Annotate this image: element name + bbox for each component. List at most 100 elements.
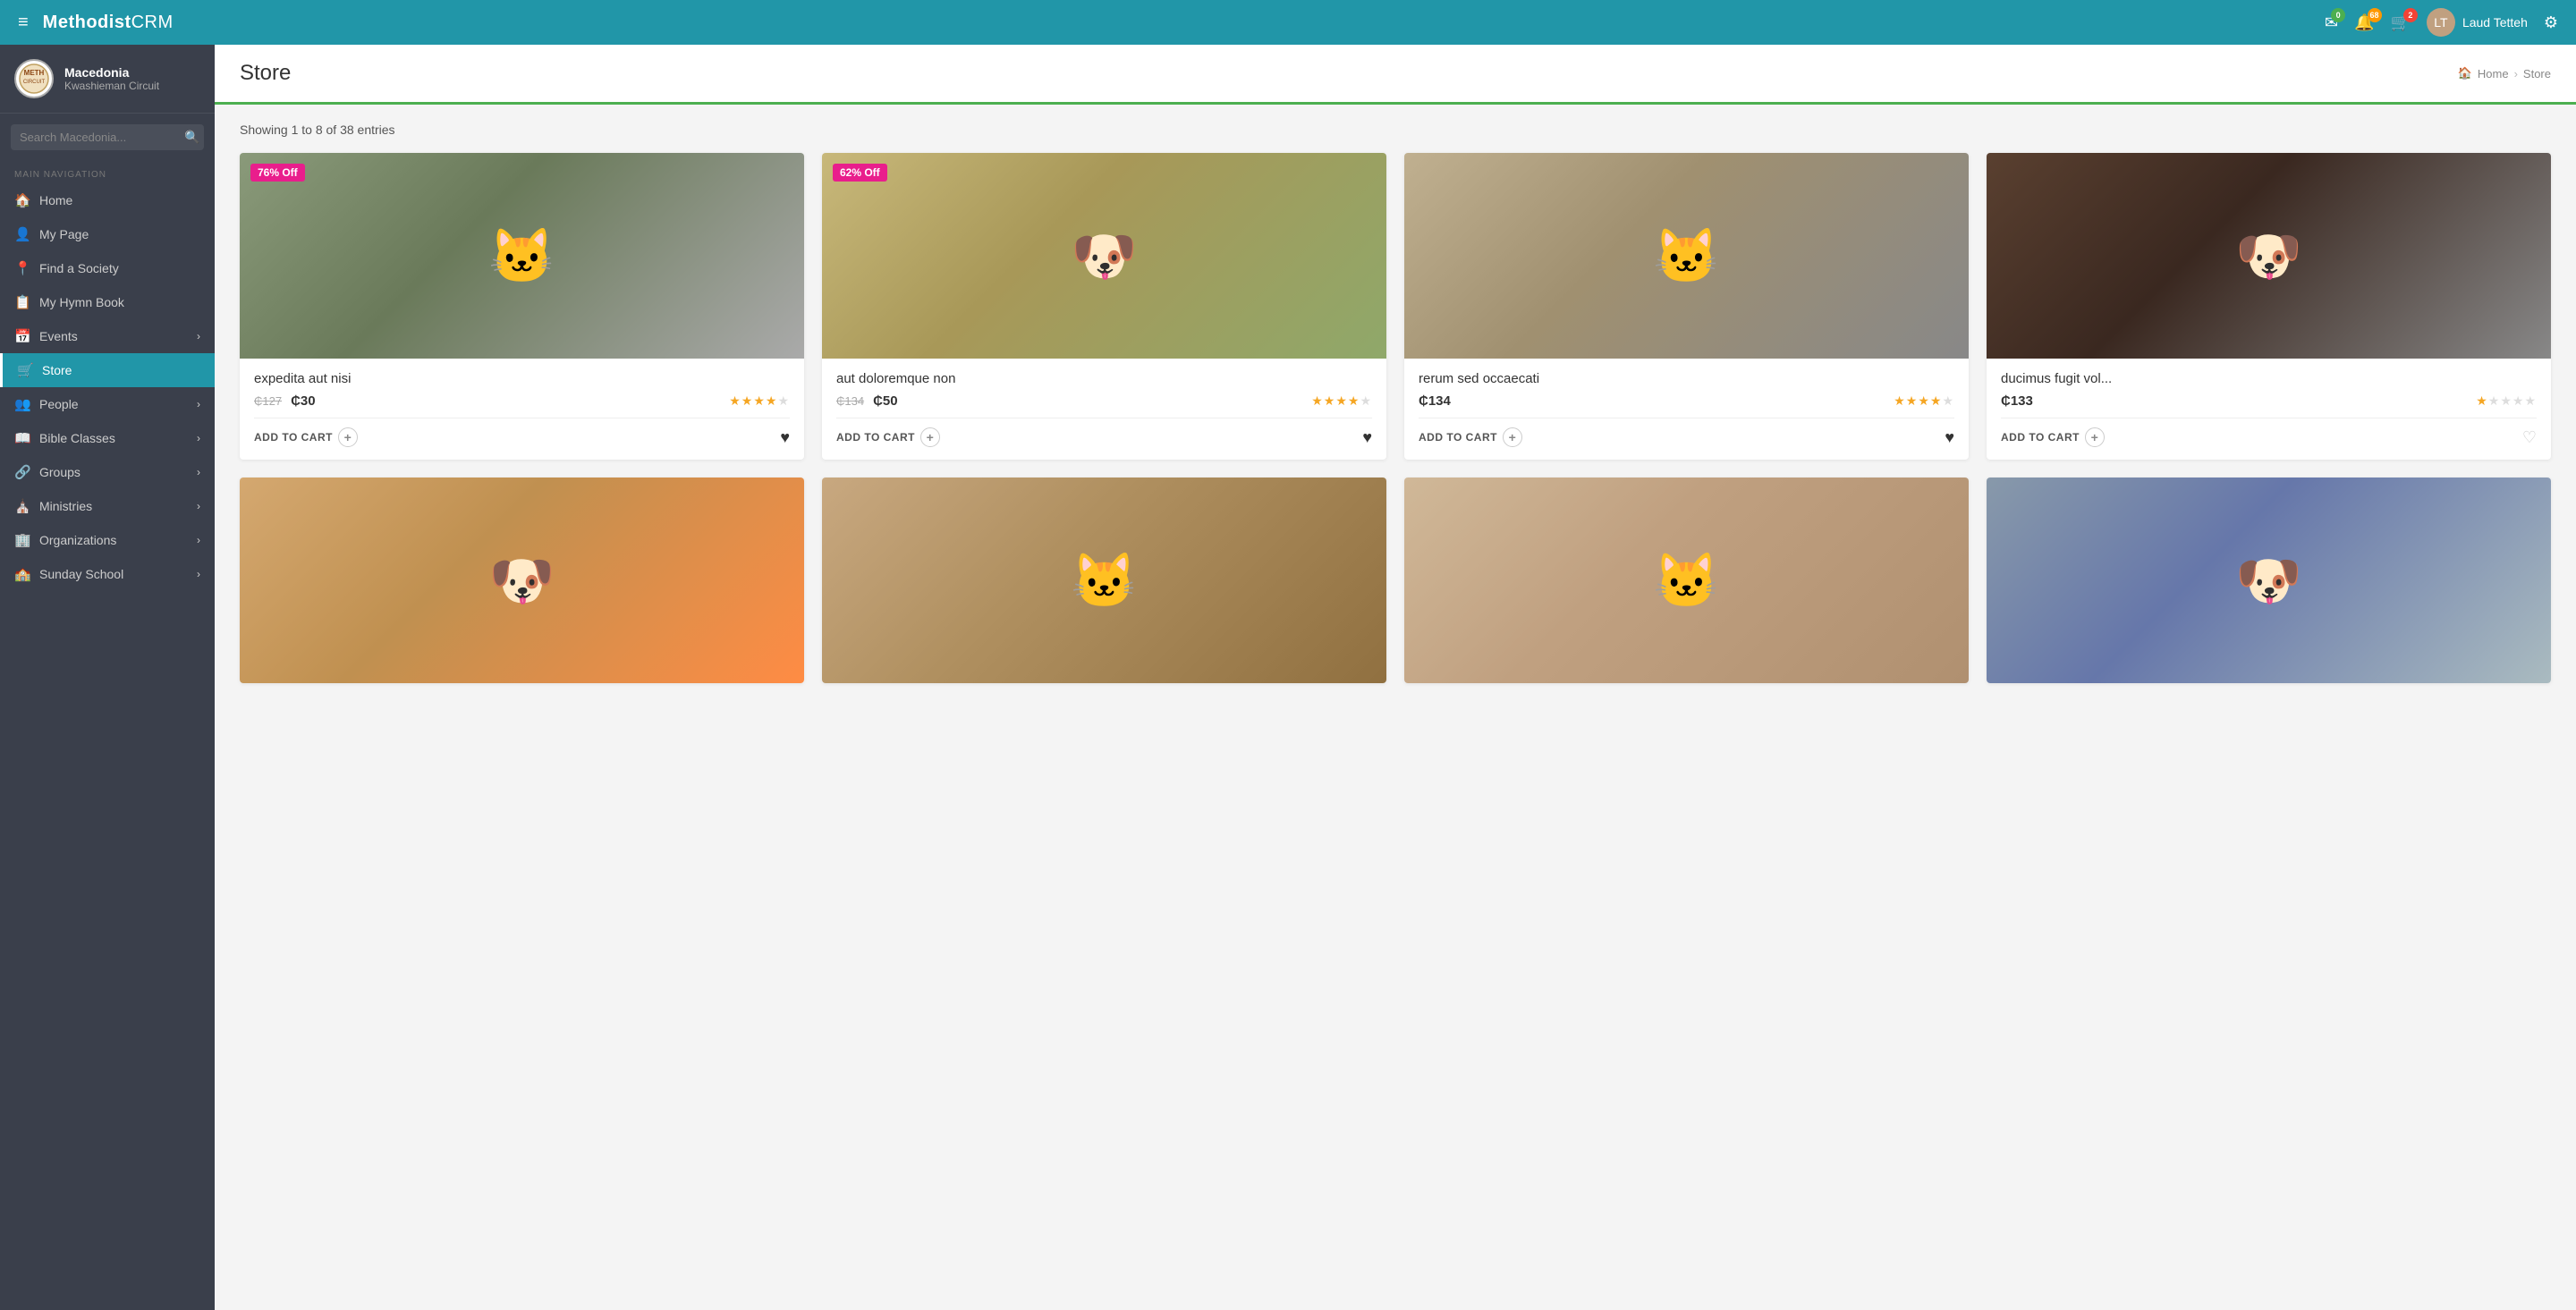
search-input[interactable] — [20, 131, 177, 144]
sidebar-item-hymn-book[interactable]: 📋 My Hymn Book — [0, 285, 215, 319]
showing-text: Showing 1 to 8 of 38 entries — [240, 123, 2551, 137]
product-card-8: 🐶 — [1987, 478, 2551, 683]
ministries-icon: ⛪ — [14, 498, 30, 514]
add-to-cart-2[interactable]: ADD TO CART + — [836, 427, 940, 447]
favorite-icon-4[interactable]: ♡ — [2522, 428, 2537, 447]
org-logo: METH CIRCUIT — [14, 59, 54, 98]
sidebar-search[interactable]: 🔍 — [11, 124, 204, 150]
bell-icon-button[interactable]: 🔔 68 — [2354, 13, 2374, 32]
old-price-1: ₵127 — [254, 394, 282, 408]
hamburger-button[interactable]: ≡ — [18, 13, 29, 33]
chevron-right-icon: › — [197, 466, 200, 478]
add-icon-1[interactable]: + — [338, 427, 358, 447]
sidebar-item-label: People — [39, 397, 79, 411]
product-price-row-3: ₵134 ★★★★★ — [1419, 393, 1954, 409]
product-image-5: 🐶 — [240, 478, 804, 683]
page-header: Store 🏠 Home › Store — [215, 45, 2576, 105]
product-actions-2: ADD TO CART + ♥ — [836, 427, 1372, 447]
product-image-7: 🐱 — [1404, 478, 1969, 683]
add-icon-2[interactable]: + — [920, 427, 940, 447]
add-icon-3[interactable]: + — [1503, 427, 1522, 447]
cart-icon-button[interactable]: 🛒 2 — [2391, 13, 2411, 32]
nav-section-label: MAIN NAVIGATION — [0, 161, 215, 183]
product-name-4: ducimus fugit vol... — [2001, 371, 2537, 386]
add-to-cart-label-1: ADD TO CART — [254, 431, 333, 444]
product-card-5: 🐶 — [240, 478, 804, 683]
add-icon-4[interactable]: + — [2085, 427, 2105, 447]
product-name-1: expedita aut nisi — [254, 371, 790, 386]
add-to-cart-1[interactable]: ADD TO CART + — [254, 427, 358, 447]
product-info-3: rerum sed occaecati ₵134 ★★★★★ ADD TO CA… — [1404, 359, 1969, 460]
product-info-4: ducimus fugit vol... ₵133 ★★★★★ ADD TO C… — [1987, 359, 2551, 460]
sidebar-profile: METH CIRCUIT Macedonia Kwashieman Circui… — [0, 45, 215, 114]
animal-image-6: 🐱 — [822, 478, 1386, 683]
email-icon-button[interactable]: ✉ 0 — [2325, 13, 2338, 32]
animal-image-5: 🐶 — [240, 478, 804, 683]
sidebar-item-ministries[interactable]: ⛪ Ministries › — [0, 489, 215, 523]
breadcrumb-home[interactable]: Home — [2478, 67, 2509, 80]
add-to-cart-label-4: ADD TO CART — [2001, 431, 2080, 444]
svg-text:METH: METH — [24, 69, 45, 77]
store-content: Showing 1 to 8 of 38 entries 🐱 76% Off e… — [215, 105, 2576, 701]
product-price-row-2: ₵134 ₵50 ★★★★★ — [836, 393, 1372, 409]
email-badge: 0 — [2331, 8, 2345, 22]
add-to-cart-4[interactable]: ADD TO CART + — [2001, 427, 2105, 447]
settings-icon-button[interactable]: ⚙ — [2544, 13, 2558, 32]
bible-icon: 📖 — [14, 430, 30, 446]
favorite-icon-1[interactable]: ♥ — [780, 428, 790, 447]
sidebar-item-events[interactable]: 📅 Events › — [0, 319, 215, 353]
sidebar-item-label: My Page — [39, 227, 89, 241]
product-actions-4: ADD TO CART + ♡ — [2001, 427, 2537, 447]
product-image-1: 🐱 76% Off — [240, 153, 804, 359]
discount-badge-1: 76% Off — [250, 164, 305, 182]
favorite-icon-3[interactable]: ♥ — [1945, 428, 1954, 447]
layout: METH CIRCUIT Macedonia Kwashieman Circui… — [0, 45, 2576, 1310]
sidebar-item-label: Organizations — [39, 533, 116, 547]
chevron-right-icon: › — [197, 330, 200, 342]
animal-image-3: 🐱 — [1404, 153, 1969, 359]
sidebar-item-groups[interactable]: 🔗 Groups › — [0, 455, 215, 489]
user-name-label: Laud Tetteh — [2462, 15, 2528, 30]
product-price-row-1: ₵127 ₵30 ★★★★★ — [254, 393, 790, 409]
add-to-cart-label-2: ADD TO CART — [836, 431, 915, 444]
sidebar-item-label: Events — [39, 329, 78, 343]
animal-image-7: 🐱 — [1404, 478, 1969, 683]
stars-2: ★★★★★ — [1311, 393, 1372, 409]
topnav-right: ✉ 0 🔔 68 🛒 2 LT Laud Tetteh ⚙ — [2325, 8, 2558, 37]
favorite-icon-2[interactable]: ♥ — [1362, 428, 1372, 447]
breadcrumb-current: Store — [2523, 67, 2551, 80]
svg-text:CIRCUIT: CIRCUIT — [23, 80, 46, 85]
org-name: Macedonia — [64, 65, 159, 80]
stars-4: ★★★★★ — [2476, 393, 2537, 409]
hymn-icon: 📋 — [14, 294, 30, 310]
sidebar-item-mypage[interactable]: 👤 My Page — [0, 217, 215, 251]
sidebar-item-organizations[interactable]: 🏢 Organizations › — [0, 523, 215, 557]
sidebar-item-label: Ministries — [39, 499, 92, 513]
discount-badge-2: 62% Off — [833, 164, 887, 182]
add-to-cart-3[interactable]: ADD TO CART + — [1419, 427, 1522, 447]
products-grid: 🐱 76% Off expedita aut nisi ₵127 ₵30 ★★★… — [240, 153, 2551, 683]
stars-1: ★★★★★ — [729, 393, 790, 409]
sidebar-item-bible-classes[interactable]: 📖 Bible Classes › — [0, 421, 215, 455]
animal-image-4: 🐶 — [1987, 153, 2551, 359]
breadcrumb: 🏠 Home › Store — [2458, 66, 2551, 80]
new-price-2: ₵50 — [873, 393, 898, 409]
sidebar-item-sunday-school[interactable]: 🏫 Sunday School › — [0, 557, 215, 591]
page-title: Store — [240, 61, 291, 86]
people-icon: 👥 — [14, 396, 30, 412]
sidebar-item-people[interactable]: 👥 People › — [0, 387, 215, 421]
brand-logo: MethodistCRM — [43, 13, 2325, 33]
product-card-4: 🐶 ducimus fugit vol... ₵133 ★★★★★ ADD TO… — [1987, 153, 2551, 460]
sidebar-item-label: Find a Society — [39, 261, 119, 275]
brand-bold: Methodist — [43, 13, 131, 32]
chevron-right-icon: › — [197, 500, 200, 512]
chevron-right-icon: › — [197, 398, 200, 410]
sidebar-item-find-society[interactable]: 📍 Find a Society — [0, 251, 215, 285]
sidebar-item-home[interactable]: 🏠 Home — [0, 183, 215, 217]
add-to-cart-label-3: ADD TO CART — [1419, 431, 1497, 444]
product-info-1: expedita aut nisi ₵127 ₵30 ★★★★★ ADD TO … — [240, 359, 804, 460]
search-icon[interactable]: 🔍 — [184, 130, 199, 145]
sidebar-item-store[interactable]: 🛒 Store — [0, 353, 215, 387]
new-price-1: ₵30 — [291, 393, 316, 409]
user-profile-button[interactable]: LT Laud Tetteh — [2427, 8, 2528, 37]
